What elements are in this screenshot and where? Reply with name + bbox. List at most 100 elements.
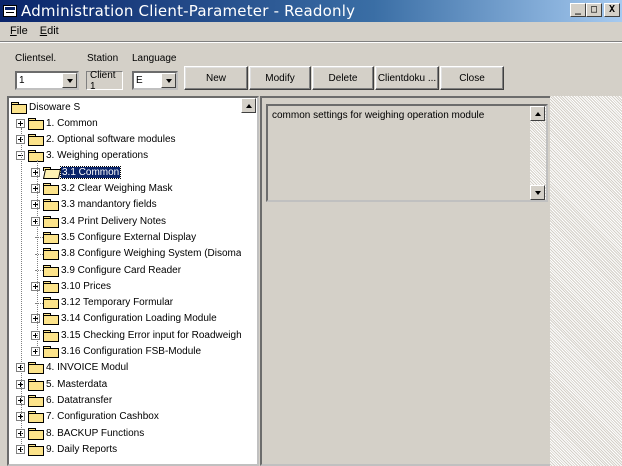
folder-icon (28, 362, 44, 375)
tree-item[interactable]: 3.2 Clear Weighing Mask (31, 181, 173, 197)
close-button[interactable]: Close (440, 66, 504, 90)
folder-icon (28, 443, 44, 456)
tree-item[interactable]: 3.10 Prices (31, 278, 111, 294)
minimize-button[interactable]: _ (570, 3, 586, 17)
arrow-down-icon (534, 190, 541, 195)
tree-item-label: 3.10 Prices (61, 280, 112, 292)
folder-icon (43, 199, 59, 212)
new-button[interactable]: New (184, 66, 248, 90)
chevron-down-icon (165, 78, 172, 83)
menu-edit[interactable]: Edit (34, 25, 65, 37)
folder-icon (43, 280, 59, 293)
tree-scrollbar[interactable] (241, 98, 257, 464)
expand-icon[interactable] (31, 200, 40, 210)
clientdoku-button[interactable]: Clientdoku ... (375, 66, 439, 90)
tree-root-label: Disoware S (29, 101, 81, 113)
station-value: Client 1 (90, 69, 116, 92)
detail-background (550, 96, 622, 466)
expand-icon[interactable] (31, 347, 40, 356)
language-dropdown-button[interactable] (161, 73, 176, 88)
tree-item[interactable]: 3.14 Configuration Loading Module (31, 311, 217, 327)
app-icon[interactable] (3, 5, 17, 17)
description-scrollbar[interactable] (530, 106, 546, 200)
folder-icon (43, 231, 59, 244)
tree-item[interactable]: 3.1 Common (31, 164, 122, 180)
expand-icon[interactable] (31, 281, 40, 291)
folder-icon (28, 427, 44, 440)
folder-icon (43, 346, 59, 358)
expand-icon[interactable] (31, 330, 40, 340)
tree-item[interactable]: 8. BACKUP Functions (16, 425, 144, 441)
clientsel-dropdown-button[interactable] (62, 73, 77, 88)
delete-button[interactable]: Delete (312, 66, 374, 90)
title-bar[interactable]: Administration Client-Parameter - Readon… (0, 0, 622, 22)
maximize-button[interactable]: □ (586, 3, 602, 17)
folder-icon (43, 297, 59, 310)
expand-icon[interactable] (31, 314, 40, 324)
tree-item[interactable]: 1. Common (16, 115, 98, 131)
folder-icon (28, 150, 44, 163)
clientsel-value: 1 (19, 75, 25, 86)
tree-item-label: 8. BACKUP Functions (46, 427, 145, 439)
tree-item[interactable]: 3.15 Checking Error input for Roadweighb… (31, 327, 253, 343)
tree-item-label: 3.16 Configuration FSB-Module (61, 346, 202, 357)
folder-icon (28, 378, 44, 391)
tree-item-label: 3.2 Clear Weighing Mask (61, 183, 173, 194)
parameter-tree[interactable]: Disoware S 1. Common 2. Optional software … (7, 96, 259, 466)
tree-item-label: 3. Weighing operations (46, 150, 149, 162)
description-scroll-up-button[interactable] (530, 106, 545, 121)
expand-icon[interactable] (31, 216, 40, 226)
close-window-button[interactable]: X (604, 3, 620, 17)
tree-item[interactable]: 3.16 Configuration FSB-Module (31, 344, 201, 360)
tree-item[interactable]: 7. Configuration Cashbox (16, 409, 159, 425)
tree-item[interactable]: 9. Daily Reports (16, 441, 117, 457)
tree-item[interactable]: 3.12 Temporary Formular (31, 295, 173, 311)
folder-icon (43, 183, 59, 195)
tree-item-label: 3.1 Common (59, 165, 122, 179)
tree-item[interactable]: 3.8 Configure Weighing System (Disomat T… (31, 246, 255, 262)
tree-item[interactable]: 3.4 Print Delivery Notes (31, 213, 166, 229)
tree-item[interactable]: 5. Masterdata (16, 376, 107, 392)
tree-item-label: 2. Optional software modules (46, 134, 176, 146)
language-label: Language (132, 53, 177, 64)
folder-icon (28, 134, 44, 147)
tree-root[interactable]: Disoware S (11, 99, 80, 115)
menu-file[interactable]: File (4, 25, 34, 37)
menu-bar: File Edit (0, 22, 622, 40)
tree-item-label: 3.3 mandantory fields (61, 199, 157, 211)
tree-item[interactable]: 4. INVOICE Modul (16, 360, 128, 376)
tree-item[interactable]: 6. Datatransfer (16, 392, 112, 408)
description-scroll-down-button[interactable] (530, 185, 545, 200)
arrow-up-icon (245, 103, 252, 108)
tree-item-label: 9. Daily Reports (46, 443, 118, 455)
station-label: Station (87, 53, 119, 64)
tree-item-label: 3.15 Checking Error input for Roadweighb… (61, 329, 253, 341)
tree-item-label: 3.8 Configure Weighing System (Disomat T… (61, 248, 255, 260)
folder-icon (43, 248, 59, 261)
expand-icon[interactable] (31, 184, 40, 193)
tree-item[interactable]: 3. Weighing operations (16, 148, 148, 164)
tree-item[interactable]: 3.3 mandantory fields (31, 197, 157, 213)
tree-item[interactable]: 2. Optional software modules (16, 132, 176, 148)
tree-item-label: 3.4 Print Delivery Notes (61, 215, 167, 227)
tree-item-label: 4. INVOICE Modul (46, 362, 129, 374)
menu-separator (0, 41, 622, 43)
tree-connector (21, 127, 22, 454)
tree-scroll-up-button[interactable] (241, 98, 256, 113)
language-combo[interactable]: E (132, 71, 178, 90)
expand-icon[interactable] (31, 167, 40, 177)
folder-icon (11, 101, 27, 114)
description-box[interactable]: common settings for weighing operation m… (266, 104, 548, 202)
modify-button[interactable]: Modify (249, 66, 311, 90)
tree-item[interactable]: 3.5 Configure External Display (31, 229, 196, 245)
tree-item-label: 5. Masterdata (46, 378, 108, 390)
tree-item-label: 3.5 Configure External Display (61, 231, 197, 243)
folder-icon (28, 117, 44, 130)
station-field: Client 1 (86, 69, 123, 92)
folder-icon (28, 411, 44, 424)
expand-icon[interactable] (16, 118, 25, 128)
app-window: Administration Client-Parameter - Readon… (0, 0, 622, 466)
tree-item-label: 1. Common (46, 117, 98, 129)
tree-item[interactable]: 3.9 Configure Card Reader (31, 262, 181, 278)
clientsel-combo[interactable]: 1 (15, 71, 79, 90)
